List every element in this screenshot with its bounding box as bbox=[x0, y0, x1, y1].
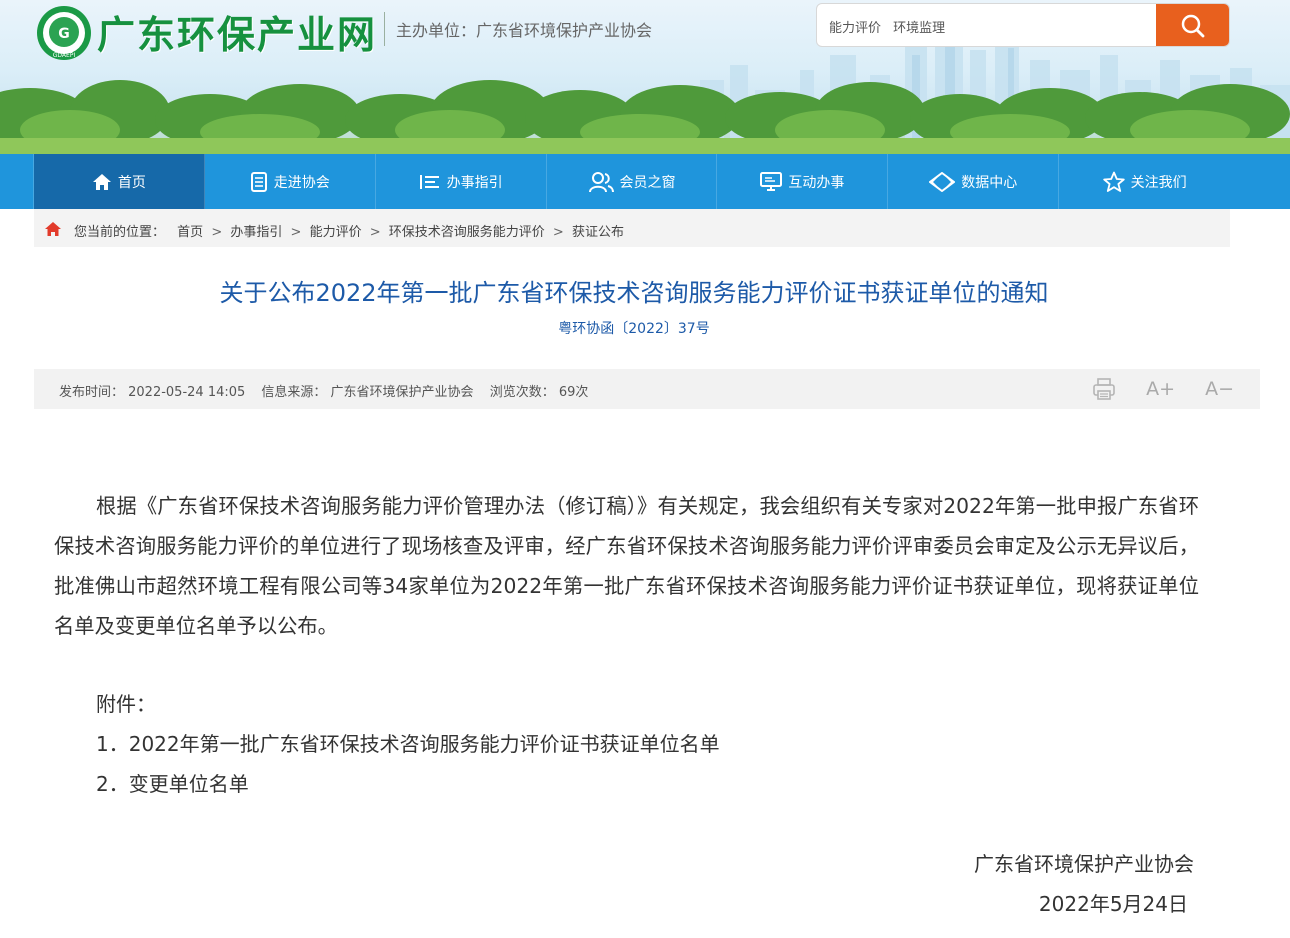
nav-label: 数据中心 bbox=[961, 174, 1018, 191]
nav-item-about[interactable]: 走进协会 bbox=[205, 154, 376, 209]
info-source: 信息来源： 广东省环境保护产业协会 bbox=[261, 385, 474, 400]
monitor-icon bbox=[760, 171, 783, 191]
breadcrumb-trail: 您当前的位置： 首页 > 办事指引 > 能力评价 > 环保技术咨询服务能力评价 … bbox=[74, 221, 624, 240]
font-increase-button[interactable]: A+ bbox=[1146, 376, 1175, 402]
breadcrumb: 您当前的位置： 首页 > 办事指引 > 能力评价 > 环保技术咨询服务能力评价 … bbox=[34, 209, 1230, 247]
nav-label: 互动办事 bbox=[788, 174, 845, 191]
nav-item-home[interactable]: 首页 bbox=[34, 154, 205, 209]
diamond-icon bbox=[929, 171, 956, 192]
home-icon[interactable] bbox=[44, 221, 62, 237]
breadcrumb-separator: > bbox=[290, 225, 302, 240]
search-hints[interactable]: 能力评价 环境监理 bbox=[829, 17, 953, 36]
header-divider bbox=[384, 12, 385, 46]
font-decrease-button[interactable]: A− bbox=[1205, 376, 1234, 402]
attachment-item-1[interactable]: 1．2022年第一批广东省环保技术咨询服务能力评价证书获证单位名单 bbox=[96, 728, 720, 757]
signature-date: 2022年5月24日 bbox=[1038, 892, 1188, 916]
svg-text:GDAEPI: GDAEPI bbox=[53, 52, 76, 59]
search-hint-2[interactable]: 环境监理 bbox=[893, 21, 945, 36]
header-banner: G GDAEPI 广东环保产业网 主办单位：广东省环境保护产业协会 能力评价 环… bbox=[0, 0, 1290, 154]
star-icon bbox=[1102, 171, 1125, 192]
breadcrumb-prefix: 您当前的位置： bbox=[74, 225, 166, 240]
nav-label: 关注我们 bbox=[1130, 174, 1187, 191]
nav-label: 走进协会 bbox=[273, 174, 330, 191]
search-hint-1[interactable]: 能力评价 bbox=[829, 21, 881, 36]
search-button[interactable] bbox=[1156, 4, 1229, 46]
breadcrumb-link-evaluation[interactable]: 能力评价 bbox=[310, 225, 362, 240]
home-icon bbox=[92, 173, 111, 190]
nav-item-guide[interactable]: 办事指引 bbox=[376, 154, 547, 209]
article-meta-bar: 发布时间： 2022-05-24 14:05 信息来源： 广东省环境保护产业协会… bbox=[34, 369, 1260, 409]
article-title: 关于公布2022年第一批广东省环保技术咨询服务能力评价证书获证单位的通知 bbox=[219, 279, 1049, 307]
breadcrumb-link-consulting[interactable]: 环保技术咨询服务能力评价 bbox=[389, 225, 545, 240]
nav-item-data[interactable]: 数据中心 bbox=[888, 154, 1060, 209]
attachment-item-2[interactable]: 2．变更单位名单 bbox=[96, 768, 249, 797]
nav-item-members[interactable]: 会员之窗 bbox=[547, 154, 718, 209]
users-icon bbox=[588, 171, 614, 192]
search-box[interactable]: 能力评价 环境监理 bbox=[816, 3, 1230, 47]
breadcrumb-link-certified[interactable]: 获证公布 bbox=[572, 225, 624, 240]
nav-item-follow[interactable]: 关注我们 bbox=[1059, 154, 1230, 209]
attachment-label: 附件： bbox=[96, 692, 156, 716]
svg-text:G: G bbox=[58, 26, 70, 42]
nav-edge bbox=[0, 154, 34, 209]
search-icon bbox=[1181, 14, 1204, 38]
document-number: 粤环协函〔2022〕37号 bbox=[558, 321, 710, 337]
association-logo[interactable]: G GDAEPI bbox=[36, 5, 92, 61]
site-title[interactable]: 广东环保产业网 bbox=[97, 4, 377, 59]
organizer-label: 主办单位：广东省环境保护产业协会 bbox=[396, 21, 653, 40]
nav-label: 会员之窗 bbox=[619, 174, 676, 191]
publish-time: 发布时间： 2022-05-24 14:05 bbox=[59, 385, 246, 400]
nav-item-interactive[interactable]: 互动办事 bbox=[717, 154, 889, 209]
list-icon bbox=[419, 174, 439, 189]
signature-organization: 广东省环境保护产业协会 bbox=[974, 852, 1194, 876]
breadcrumb-link-guide[interactable]: 办事指引 bbox=[230, 225, 282, 240]
article-body: 根据《广东省环保技术咨询服务能力评价管理办法（修订稿）》有关规定，我会组织有关专… bbox=[54, 494, 1199, 638]
nav-label: 办事指引 bbox=[446, 174, 503, 191]
breadcrumb-link-home[interactable]: 首页 bbox=[177, 225, 203, 240]
breadcrumb-separator: > bbox=[211, 225, 223, 240]
print-icon[interactable] bbox=[1092, 377, 1116, 401]
nav-label: 首页 bbox=[117, 174, 146, 191]
article-tools: A+ A− bbox=[1092, 376, 1234, 402]
document-icon bbox=[250, 171, 267, 192]
breadcrumb-separator: > bbox=[369, 225, 381, 240]
nav-items: 首页 走进协会 办事指引 会员之窗 互动办事 数据中心 关注我们 bbox=[34, 154, 1230, 209]
breadcrumb-separator: > bbox=[552, 225, 564, 240]
view-count: 浏览次数： 69次 bbox=[489, 385, 589, 400]
article-meta: 发布时间： 2022-05-24 14:05 信息来源： 广东省环境保护产业协会… bbox=[59, 381, 600, 400]
